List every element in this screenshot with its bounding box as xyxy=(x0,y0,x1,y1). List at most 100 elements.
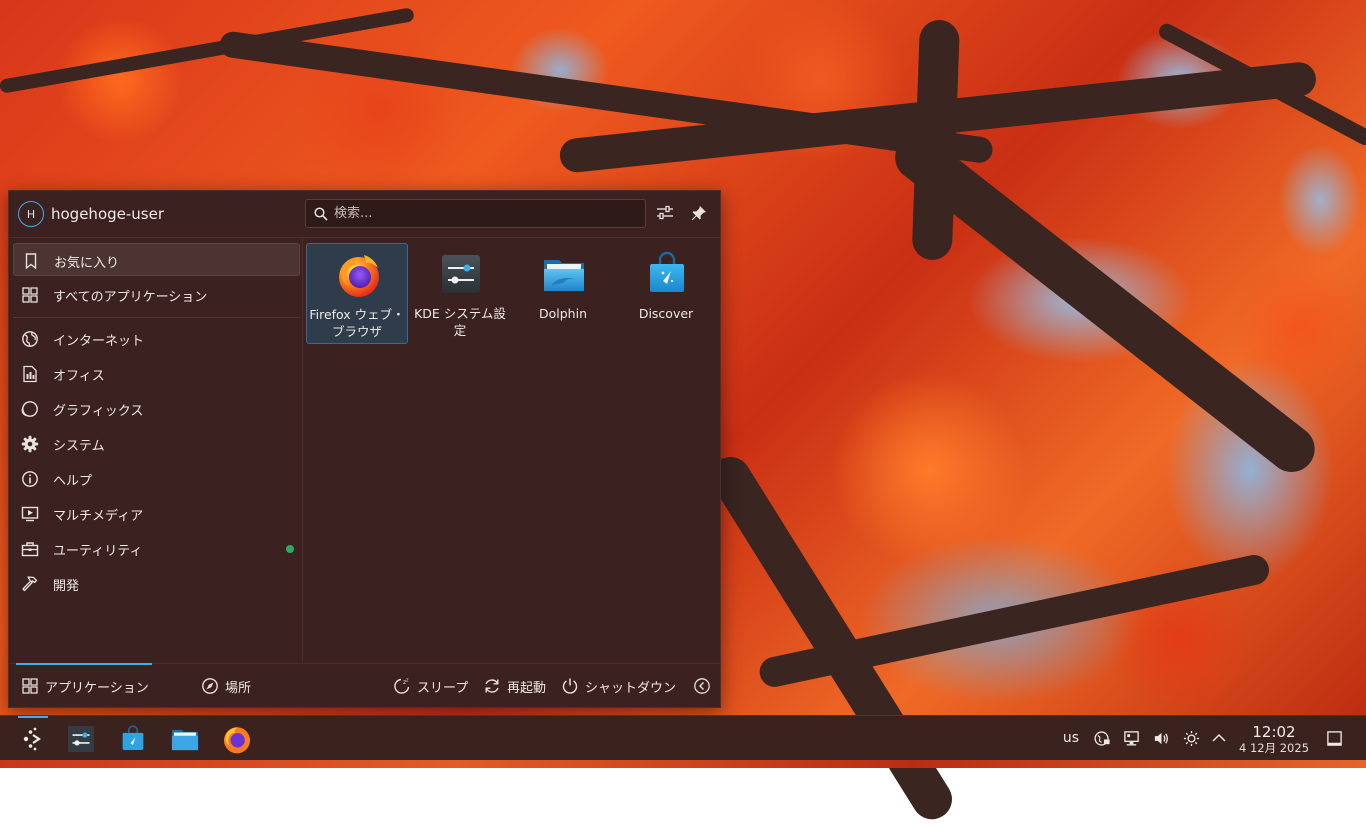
brightness-icon xyxy=(1183,730,1199,746)
launcher-footer: アプリケーション 場所 zz スリープ 再起動 シャットダウン xyxy=(9,663,720,708)
show-desktop-icon xyxy=(1326,730,1342,746)
sidebar-item-office[interactable]: オフィス xyxy=(13,357,300,390)
app-grid: Firefox ウェブ・ブラウザ KDE システム設定 Dolphin Disc… xyxy=(303,237,720,663)
search-icon xyxy=(314,207,328,221)
info-icon xyxy=(22,471,38,487)
tray-network-manager[interactable] xyxy=(1092,728,1112,748)
restart-button[interactable]: 再起動 xyxy=(483,676,546,696)
shutdown-label: シャットダウン xyxy=(585,680,677,696)
network-wired-icon xyxy=(1123,730,1139,745)
bookmark-icon xyxy=(25,253,37,270)
tab-label: 場所 xyxy=(225,680,252,696)
sleep-label: スリープ xyxy=(417,680,469,696)
sidebar-item-internet[interactable]: インターネット xyxy=(13,322,300,355)
discover-bag-icon xyxy=(122,725,144,750)
launcher-active-indicator xyxy=(18,716,48,718)
sidebar-item-label: オフィス xyxy=(53,369,105,384)
app-dolphin[interactable]: Dolphin xyxy=(512,243,614,344)
monitor-play-icon xyxy=(21,506,39,522)
grid-icon xyxy=(22,678,38,694)
sidebar-item-label: ヘルプ xyxy=(53,474,93,489)
sidebar-item-label: マルチメディア xyxy=(53,509,144,524)
pin-icon xyxy=(691,206,706,221)
keyboard-layout-indicator[interactable]: us xyxy=(1060,728,1082,748)
taskbar-firefox[interactable] xyxy=(218,720,256,758)
sidebar-item-label: 開発 xyxy=(53,579,80,594)
wallpaper-branch xyxy=(911,19,960,261)
active-tab-indicator xyxy=(16,663,152,665)
clock-date[interactable]: 4 12月 2025 xyxy=(1232,740,1316,756)
category-sidebar: お気に入り すべてのアプリケーション インターネット オフィス グラフィックス … xyxy=(9,237,303,663)
tray-wired-network[interactable] xyxy=(1121,728,1141,748)
chevron-left-circle-icon xyxy=(694,678,710,694)
sidebar-item-label: お気に入り xyxy=(54,256,120,271)
app-discover[interactable]: Discover xyxy=(615,243,717,344)
username[interactable]: hogehoge-user xyxy=(51,205,164,223)
svg-text:z: z xyxy=(406,678,409,684)
tab-places[interactable]: 場所 xyxy=(201,676,251,696)
system-settings-icon xyxy=(67,725,95,753)
restart-label: 再起動 xyxy=(507,680,547,696)
search-input[interactable] xyxy=(334,200,634,227)
sliders-icon xyxy=(657,205,673,220)
dolphin-folder-icon xyxy=(171,729,199,751)
app-label: KDE システム設定 xyxy=(414,306,506,338)
toolbox-icon xyxy=(21,542,39,557)
sidebar-item-development[interactable]: 開発 xyxy=(13,567,300,600)
sidebar-item-label: ユーティリティ xyxy=(53,544,143,559)
hammer-icon xyxy=(22,576,38,592)
app-label: Firefox ウェブ・ブラウザ xyxy=(309,307,405,339)
app-label: Dolphin xyxy=(539,306,587,321)
sidebar-item-favorites[interactable]: お気に入り xyxy=(13,243,300,276)
shutdown-button[interactable]: シャットダウン xyxy=(561,676,676,696)
application-launcher-button[interactable] xyxy=(14,720,52,758)
compass-icon xyxy=(202,678,218,694)
tab-applications[interactable]: アプリケーション xyxy=(21,676,149,696)
clock-time[interactable]: 12:02 xyxy=(1238,723,1310,741)
speaker-icon xyxy=(1154,732,1168,744)
new-items-badge xyxy=(286,545,294,553)
configure-button[interactable] xyxy=(654,202,676,224)
search-box[interactable] xyxy=(305,199,646,228)
tray-volume[interactable] xyxy=(1151,728,1171,748)
sidebar-item-label: すべてのアプリケーション xyxy=(53,290,208,305)
taskbar-discover[interactable] xyxy=(114,720,152,758)
sleep-icon: zz xyxy=(394,678,410,694)
application-launcher: H hogehoge-user お気に入り すべてのアプリケーション インターネ… xyxy=(8,190,721,708)
document-icon xyxy=(23,365,37,383)
app-kde-system-settings[interactable]: KDE システム設定 xyxy=(409,243,511,344)
firefox-icon xyxy=(339,255,379,297)
app-label: Discover xyxy=(638,306,694,321)
grid-icon xyxy=(22,287,38,303)
avatar[interactable]: H xyxy=(18,201,44,227)
kde-launcher-icon xyxy=(23,727,41,751)
discover-bag-icon xyxy=(650,251,684,292)
more-power-options-button[interactable] xyxy=(693,676,717,696)
app-firefox[interactable]: Firefox ウェブ・ブラウザ xyxy=(306,243,408,344)
globe-icon xyxy=(22,331,38,347)
dolphin-folder-icon xyxy=(544,260,584,291)
system-settings-icon xyxy=(442,255,480,293)
tray-brightness[interactable] xyxy=(1181,728,1201,748)
globe-lock-icon xyxy=(1093,730,1110,746)
sidebar-item-multimedia[interactable]: マルチメディア xyxy=(13,497,300,530)
sidebar-item-label: システム xyxy=(53,439,105,454)
power-icon xyxy=(562,678,578,694)
sidebar-item-graphics[interactable]: グラフィックス xyxy=(13,392,300,425)
firefox-icon xyxy=(223,727,251,754)
sidebar-item-all-applications[interactable]: すべてのアプリケーション xyxy=(13,278,300,311)
sidebar-item-utilities[interactable]: ユーティリティ xyxy=(13,532,300,565)
sidebar-item-system[interactable]: システム xyxy=(13,427,300,460)
taskbar-system-settings[interactable] xyxy=(62,720,100,758)
sidebar-divider xyxy=(13,317,300,318)
gear-icon xyxy=(21,435,39,453)
sidebar-item-help[interactable]: ヘルプ xyxy=(13,462,300,495)
sleep-button[interactable]: zz スリープ xyxy=(393,676,468,696)
graphics-icon xyxy=(21,401,38,417)
taskbar: us 12:02 4 12月 2025 xyxy=(0,715,1366,761)
tray-expand-button[interactable] xyxy=(1210,728,1228,748)
pin-button[interactable] xyxy=(688,202,710,224)
taskbar-dolphin[interactable] xyxy=(166,720,204,758)
wallpaper-bottom-edge xyxy=(0,760,1366,768)
show-desktop-button[interactable] xyxy=(1324,728,1344,748)
